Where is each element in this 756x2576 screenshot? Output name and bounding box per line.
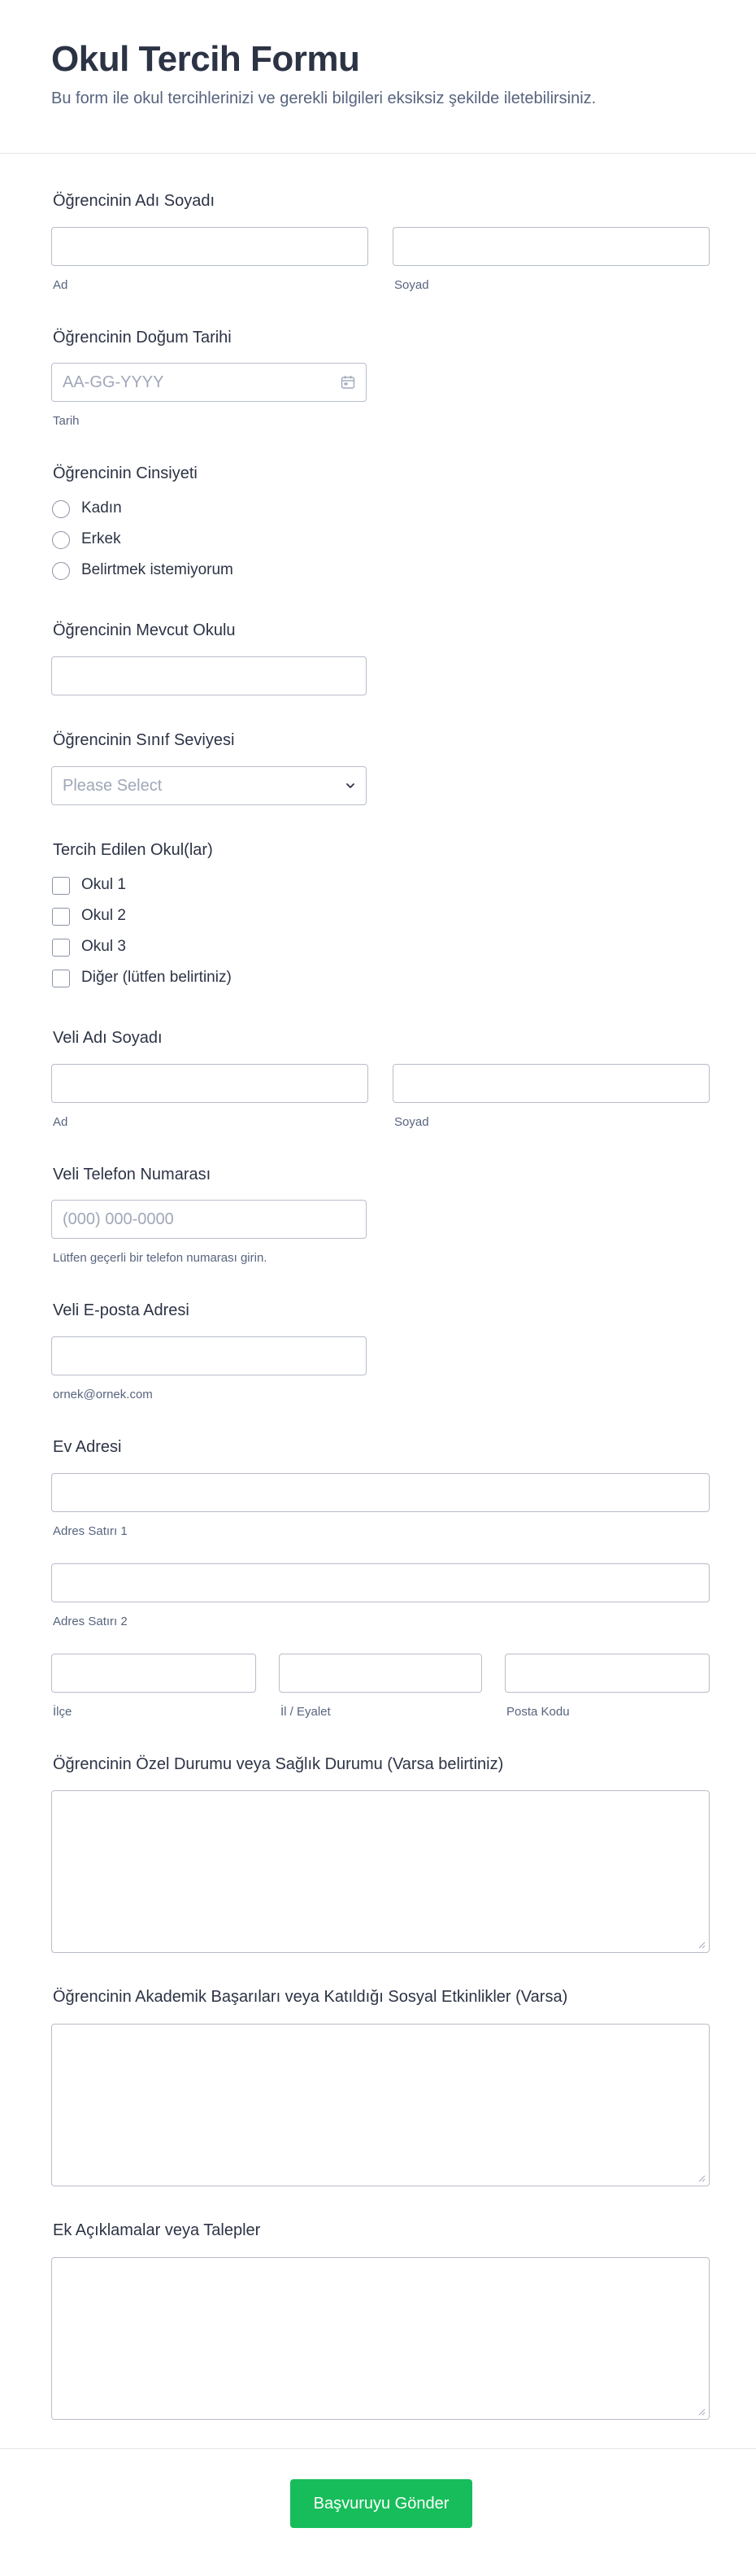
chevron-down-icon — [345, 780, 356, 791]
address-district-input[interactable] — [51, 1654, 256, 1693]
gender-option-label: Kadın — [81, 499, 122, 517]
preferred-school-option-label: Okul 2 — [81, 907, 126, 924]
parent-name-label: Veli Adı Soyadı — [53, 1029, 163, 1047]
preferred-schools-label: Tercih Edilen Okul(lar) — [53, 841, 213, 859]
current-school-input[interactable] — [51, 656, 367, 695]
extra-notes-textarea[interactable] — [51, 2257, 710, 2420]
birth-date-placeholder: AA-GG-YYYY — [63, 373, 164, 391]
parent-phone-sublabel: Lütfen geçerli bir telefon numarası giri… — [53, 1251, 267, 1265]
address-label: Ev Adresi — [53, 1438, 122, 1456]
resize-handle-icon[interactable] — [697, 1941, 706, 1949]
student-last-name-sublabel: Soyad — [394, 278, 429, 292]
parent-email-label: Veli E-posta Adresi — [53, 1301, 189, 1319]
form-header: Okul Tercih Formu Bu form ile okul terci… — [0, 0, 756, 154]
current-school-label: Öğrencinin Mevcut Okulu — [53, 621, 236, 639]
student-name-label: Öğrencinin Adı Soyadı — [53, 192, 215, 210]
submit-button[interactable]: Başvuruyu Gönder — [290, 2479, 472, 2528]
checkbox[interactable] — [52, 908, 70, 926]
checkbox[interactable] — [52, 970, 70, 987]
special-condition-textarea[interactable] — [51, 1790, 710, 1953]
student-first-name-input[interactable] — [51, 227, 368, 266]
parent-last-name-input[interactable] — [393, 1064, 710, 1103]
grade-level-selected: Please Select — [63, 777, 163, 795]
birth-date-sublabel: Tarih — [53, 414, 80, 428]
form-title: Okul Tercih Formu — [51, 39, 360, 79]
calendar-icon[interactable] — [341, 375, 355, 390]
address-province-input[interactable] — [279, 1654, 482, 1693]
checkbox[interactable] — [52, 877, 70, 895]
form-subtitle: Bu form ile okul tercihlerinizi ve gerek… — [51, 89, 597, 107]
radio-button[interactable] — [52, 500, 70, 518]
parent-email-input[interactable] — [51, 1336, 367, 1375]
address-postal-input[interactable] — [505, 1654, 710, 1693]
parent-first-name-input[interactable] — [51, 1064, 368, 1103]
parent-phone-input[interactable]: (000) 000-0000 — [51, 1200, 367, 1239]
achievements-label: Öğrencinin Akademik Başarıları veya Katı… — [53, 1988, 568, 2006]
address-province-sublabel: İl / Eyalet — [280, 1705, 331, 1719]
radio-button[interactable] — [52, 562, 70, 580]
student-first-name-sublabel: Ad — [53, 278, 68, 292]
preferred-school-option-label: Diğer (lütfen belirtiniz) — [81, 969, 232, 986]
address-postal-sublabel: Posta Kodu — [506, 1705, 570, 1719]
parent-last-name-sublabel: Soyad — [394, 1115, 429, 1129]
preferred-school-option-label: Okul 3 — [81, 938, 126, 955]
parent-first-name-sublabel: Ad — [53, 1115, 68, 1129]
special-condition-label: Öğrencinin Özel Durumu veya Sağlık Durum… — [53, 1755, 504, 1773]
checkbox[interactable] — [52, 939, 70, 957]
preferred-school-option-label: Okul 1 — [81, 876, 126, 893]
address-line1-sublabel: Adres Satırı 1 — [53, 1524, 128, 1538]
address-line2-sublabel: Adres Satırı 2 — [53, 1615, 128, 1628]
gender-option-label: Belirtmek istemiyorum — [81, 561, 233, 578]
parent-email-sublabel: ornek@ornek.com — [53, 1388, 153, 1401]
extra-notes-label: Ek Açıklamalar veya Talepler — [53, 2221, 261, 2239]
birth-date-label: Öğrencinin Doğum Tarihi — [53, 329, 232, 347]
address-line1-input[interactable] — [51, 1473, 710, 1512]
achievements-textarea[interactable] — [51, 2024, 710, 2186]
gender-option-label: Erkek — [81, 530, 121, 547]
resize-handle-icon[interactable] — [697, 2174, 706, 2182]
birth-date-input[interactable]: AA-GG-YYYY — [51, 363, 367, 402]
gender-label: Öğrencinin Cinsiyeti — [53, 464, 198, 482]
student-last-name-input[interactable] — [393, 227, 710, 266]
parent-phone-placeholder: (000) 000-0000 — [63, 1210, 174, 1228]
parent-phone-label: Veli Telefon Numarası — [53, 1166, 211, 1183]
grade-level-label: Öğrencinin Sınıf Seviyesi — [53, 731, 235, 749]
radio-button[interactable] — [52, 531, 70, 549]
address-district-sublabel: İlçe — [53, 1705, 72, 1719]
resize-handle-icon[interactable] — [697, 2408, 706, 2416]
grade-level-select[interactable]: Please Select — [51, 766, 367, 805]
address-line2-input[interactable] — [51, 1563, 710, 1602]
